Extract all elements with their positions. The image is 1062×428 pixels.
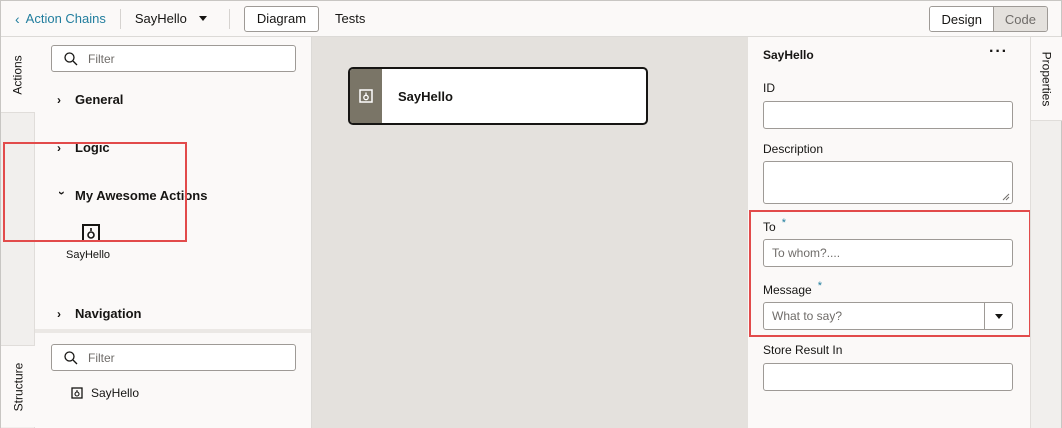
structure-item-sayhello[interactable]: SayHello [71, 386, 139, 400]
node-icon-strip [350, 69, 382, 123]
top-toolbar: ‹ Action Chains SayHello Diagram Tests D… [1, 1, 1061, 37]
resize-handle-icon[interactable] [1002, 193, 1010, 201]
filter-placeholder: Filter [88, 51, 115, 66]
diagram-tab[interactable]: Diagram [243, 5, 320, 32]
tests-tab[interactable]: Tests [335, 11, 365, 26]
action-tile-label: SayHello [65, 249, 111, 261]
back-link-label: Action Chains [25, 11, 106, 26]
design-button[interactable]: Design [930, 7, 993, 31]
app-frame: ‹ Action Chains SayHello Diagram Tests D… [0, 0, 1062, 428]
design-code-toggle: Design Code [929, 6, 1048, 32]
toolbar-divider [119, 8, 121, 29]
description-label: Description [763, 142, 824, 156]
highlight-parameters [749, 210, 1031, 337]
panel-splitter[interactable] [35, 329, 311, 333]
actions-filter-input[interactable]: Filter [51, 45, 296, 72]
chevron-right-icon: › [57, 306, 61, 321]
node-title: SayHello [398, 88, 453, 104]
tab-structure-label: Structure [11, 362, 25, 411]
description-textarea[interactable] [763, 161, 1013, 204]
diagram-canvas[interactable]: SayHello [312, 37, 748, 428]
highlight-my-awesome-actions [3, 142, 187, 242]
action-chain-selector[interactable]: SayHello [135, 11, 207, 26]
action-chain-name: SayHello [134, 11, 187, 26]
category-navigation[interactable]: › Navigation [57, 306, 141, 321]
back-to-action-chains-link[interactable]: ‹ Action Chains [15, 11, 106, 27]
more-options-icon[interactable]: ··· [989, 43, 1008, 61]
tab-structure[interactable]: Structure [1, 345, 35, 427]
caret-down-icon [198, 16, 207, 21]
custom-action-icon [359, 89, 373, 103]
search-icon [64, 350, 78, 364]
store-result-label: Store Result In [763, 343, 843, 357]
chevron-left-icon: ‹ [15, 10, 20, 27]
tab-properties-label: Properties [1039, 51, 1054, 106]
toolbar-divider [228, 8, 230, 29]
search-icon [64, 51, 78, 65]
action-node-sayhello[interactable]: SayHello [348, 67, 648, 125]
right-tab-strip: Properties [1030, 37, 1062, 428]
structure-item-label: SayHello [91, 386, 140, 400]
code-button[interactable]: Code [992, 7, 1047, 31]
id-label: ID [763, 81, 775, 95]
structure-filter-input[interactable]: Filter [51, 344, 296, 371]
store-result-input[interactable] [763, 363, 1013, 391]
category-label: Navigation [75, 306, 142, 321]
tab-properties[interactable]: Properties [1031, 37, 1062, 121]
custom-action-icon [71, 387, 83, 399]
id-input[interactable] [763, 101, 1013, 129]
chevron-right-icon: › [57, 92, 61, 107]
filter-placeholder: Filter [88, 350, 115, 365]
tab-actions[interactable]: Actions [1, 37, 35, 113]
category-label: General [75, 92, 124, 107]
properties-title: SayHello [763, 48, 814, 62]
category-general[interactable]: › General [57, 92, 123, 107]
tab-actions-label: Actions [11, 54, 26, 95]
